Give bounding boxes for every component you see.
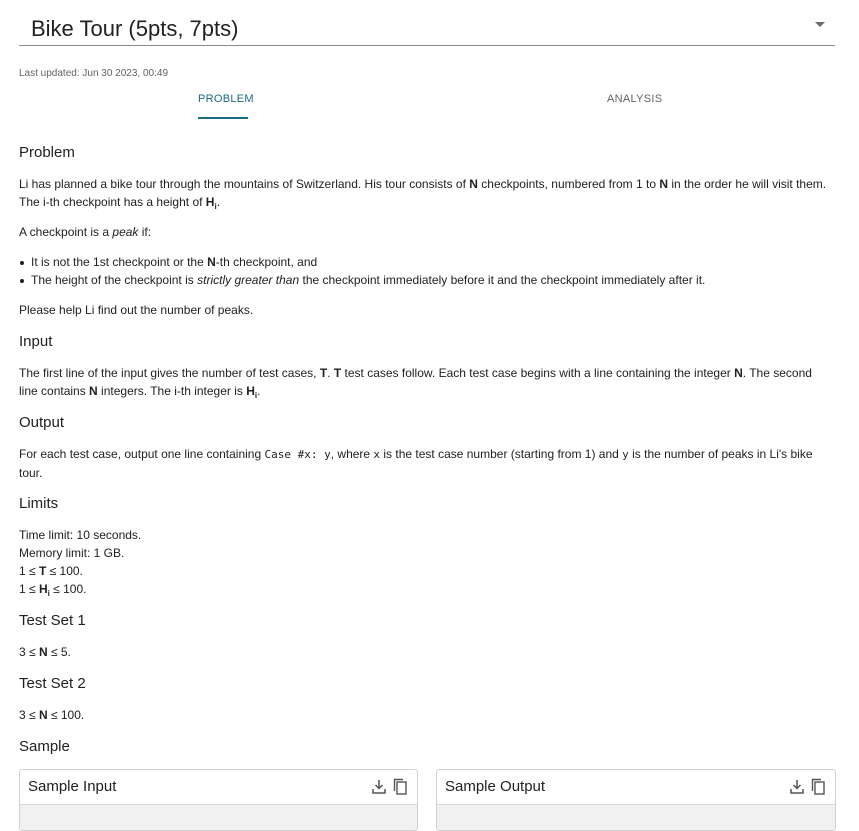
sample-heading: Sample (19, 738, 70, 755)
download-icon[interactable] (789, 778, 805, 796)
output-paragraph: For each test case, output one line cont… (19, 447, 813, 480)
copy-icon[interactable] (392, 778, 408, 796)
list-item: The height of the checkpoint is strictly… (19, 273, 706, 287)
problem-title-dropdown[interactable]: Bike Tour (5pts, 7pts) (19, 12, 835, 46)
problem-request: Please help Li find out the number of pe… (19, 303, 254, 317)
input-heading: Input (19, 333, 53, 350)
peak-conditions-list: It is not the 1st checkpoint or the N-th… (19, 253, 705, 289)
input-paragraph: The first line of the input gives the nu… (19, 366, 812, 401)
copy-icon[interactable] (810, 778, 826, 796)
time-limit: Time limit: 10 seconds. (19, 528, 142, 542)
peak-definition: A checkpoint is a peak if: (19, 225, 152, 239)
sample-input-title: Sample Input (28, 778, 117, 795)
test-set-1-heading: Test Set 1 (19, 612, 86, 629)
test-set-2-constraint: 3 ≤ N ≤ 100. (19, 708, 85, 722)
problem-heading: Problem (19, 144, 75, 161)
sample-output-content[interactable] (437, 805, 835, 830)
t-constraint: 1 ≤ T ≤ 100. (19, 564, 83, 578)
sample-output-header: Sample Output (437, 770, 835, 805)
test-set-1-constraint: 3 ≤ N ≤ 5. (19, 645, 71, 659)
problem-title: Bike Tour (5pts, 7pts) (31, 16, 239, 41)
memory-limit: Memory limit: 1 GB. (19, 546, 125, 560)
tab-problem[interactable]: PROBLEM (198, 93, 254, 105)
tab-analysis[interactable]: ANALYSIS (607, 93, 662, 105)
last-updated: Last updated: Jun 30 2023, 00:49 (19, 68, 169, 79)
sample-input-header: Sample Input (20, 770, 417, 805)
arrow-drop-down-icon[interactable] (815, 22, 825, 27)
sample-input-panel: Sample Input (19, 769, 418, 831)
h-constraint: 1 ≤ Hi ≤ 100. (19, 582, 87, 599)
list-item: It is not the 1st checkpoint or the N-th… (19, 253, 705, 271)
problem-paragraph: Li has planned a bike tour through the m… (19, 177, 827, 212)
output-heading: Output (19, 414, 65, 431)
active-tab-indicator (198, 117, 248, 119)
download-icon[interactable] (371, 778, 387, 796)
sample-input-content[interactable] (20, 805, 417, 830)
sample-output-title: Sample Output (445, 778, 546, 795)
limits-heading: Limits (19, 495, 59, 512)
test-set-2-heading: Test Set 2 (19, 675, 86, 692)
sample-output-panel: Sample Output (436, 769, 836, 831)
